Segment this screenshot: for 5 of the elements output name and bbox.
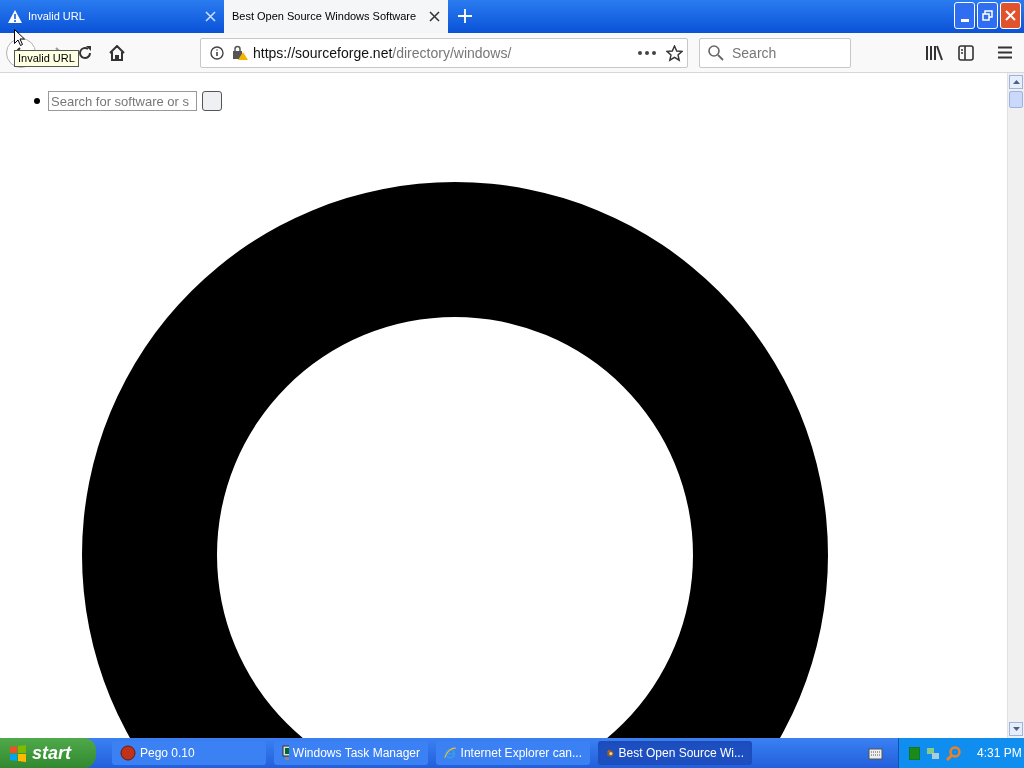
tab-title: Best Open Source Windows Software [232, 9, 418, 25]
tab-title: Invalid URL [28, 9, 86, 25]
clock: 4:31 PM [977, 745, 1022, 762]
tooltip: Invalid URL [14, 50, 79, 67]
url-text: https://sourceforge.net/directory/windows/ [253, 43, 512, 63]
